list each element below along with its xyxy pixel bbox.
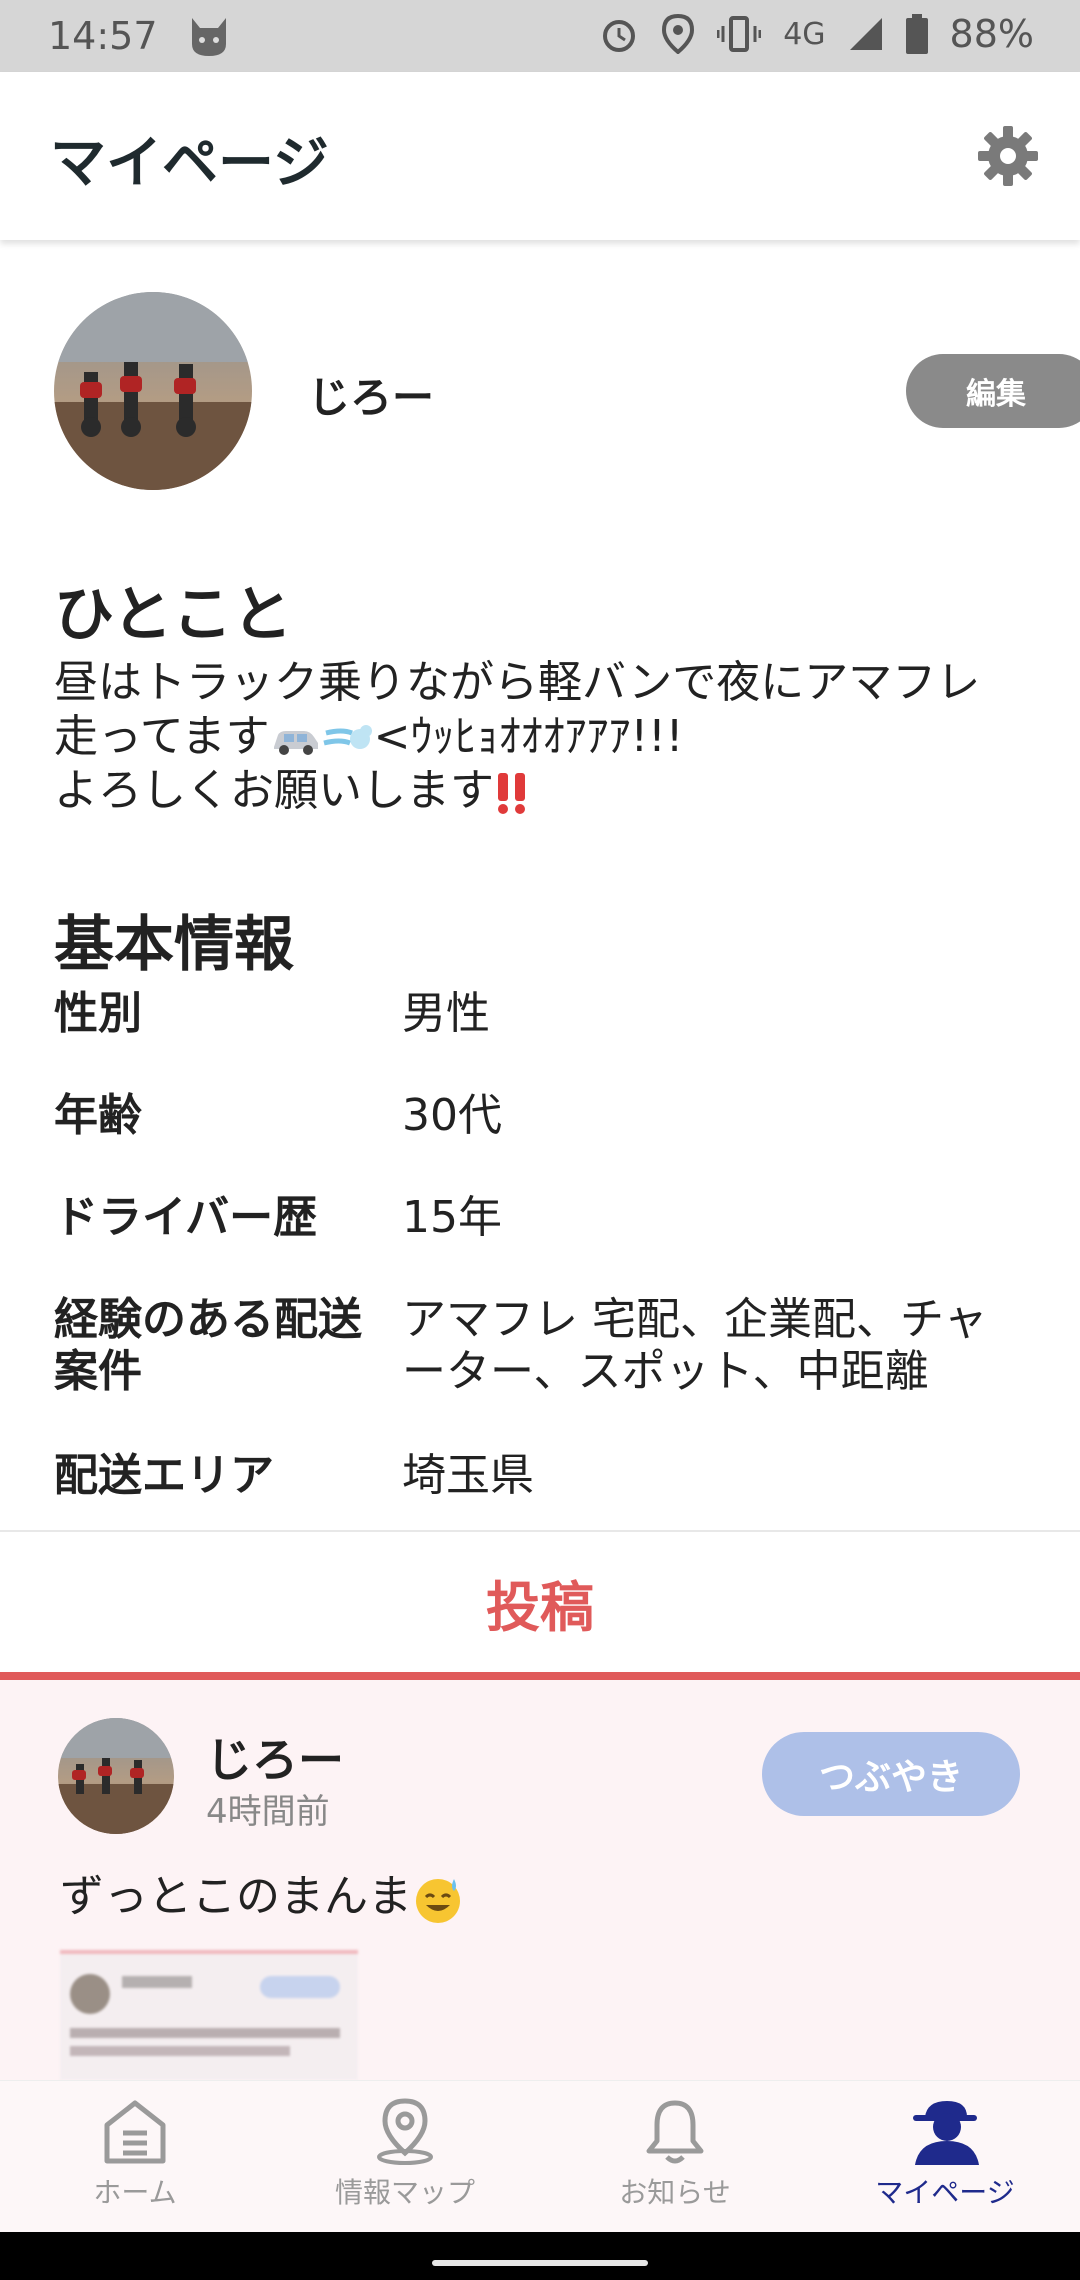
post-feed[interactable]: じろー 4時間前 つぶやき ずっとこのまんま xyxy=(0,1680,1080,2080)
post-text: ずっとこのまんま xyxy=(60,1860,464,1925)
info-value: 埼玉県 xyxy=(402,1450,534,1501)
post-author: じろー xyxy=(206,1733,344,1787)
app-bar: マイページ xyxy=(0,72,1080,240)
info-value: 15年 xyxy=(402,1192,502,1243)
info-value-line: ーター、スポット、中距離 xyxy=(402,1346,929,1397)
info-row-age: 年齢 30代 xyxy=(54,1090,1044,1142)
car-icon xyxy=(273,731,318,755)
page-title: マイページ xyxy=(50,131,329,196)
bio-line-3-text: よろしくお願いします xyxy=(54,765,494,816)
info-value: 男性 xyxy=(402,988,490,1039)
info-label-line: 経験のある配送 xyxy=(54,1294,362,1345)
alarm-icon xyxy=(603,20,636,52)
profile-name: じろー xyxy=(308,373,435,422)
home-gesture-handle[interactable] xyxy=(432,2260,648,2266)
bio-line-2: 走ってます <ｳｯﾋｮｵｵｵｱｱｱ!!! xyxy=(54,710,1044,764)
post-image[interactable] xyxy=(60,1950,358,2080)
tab-posts[interactable]: 投稿 xyxy=(0,1532,1080,1672)
info-value: 30代 xyxy=(402,1090,502,1141)
nav-home[interactable]: ホーム xyxy=(0,2081,270,2232)
nav-info-map[interactable]: 情報マップ xyxy=(270,2081,540,2232)
status-bar: 14:57 4G 88% xyxy=(0,0,1080,72)
bell-icon xyxy=(646,2100,704,2164)
nav-label: 情報マップ xyxy=(334,2176,475,2209)
post-timestamp: 4時間前 xyxy=(206,1792,330,1832)
double-exclamation-icon xyxy=(498,773,525,814)
status-time: 14:57 xyxy=(48,14,158,58)
nav-mypage[interactable]: マイページ xyxy=(810,2081,1080,2232)
post-body: ずっとこのまんま xyxy=(60,1871,412,1922)
nav-label: ホーム xyxy=(93,2176,177,2209)
info-label-line: 案件 xyxy=(54,1346,142,1397)
dash-icon xyxy=(323,725,372,749)
home-icon xyxy=(104,2100,166,2164)
gear-icon[interactable] xyxy=(976,124,1040,188)
info-value-line: アマフレ 宅配、企業配、チャ xyxy=(402,1294,988,1345)
info-row-gender: 性別 男性 xyxy=(54,988,1044,1040)
post-type-badge: つぶやき xyxy=(762,1732,1020,1816)
tab-bar: 投稿 xyxy=(0,1530,1080,1680)
bio-line-1: 昼はトラック乗りながら軽バンで夜にアマフレ xyxy=(54,657,981,708)
bio-line-2-text: 走ってます xyxy=(54,711,270,762)
info-row-experience: 経験のある配送 案件 アマフレ 宅配、企業配、チャ ーター、スポット、中距離 xyxy=(54,1294,1044,1398)
info-label: 性別 xyxy=(54,988,142,1039)
info-label: 配送エリア xyxy=(54,1450,274,1501)
map-pin-icon xyxy=(377,2098,433,2165)
hitokoto-heading: ひとこと xyxy=(54,580,293,650)
user-icon xyxy=(913,2101,979,2165)
thumb-line xyxy=(70,2028,340,2038)
network-label: 4G xyxy=(783,16,826,52)
nav-label: お知らせ xyxy=(619,2176,731,2209)
basic-info-heading: 基本情報 xyxy=(54,910,294,980)
info-value: アマフレ 宅配、企業配、チャ ーター、スポット、中距離 xyxy=(402,1294,1044,1398)
vibrate-icon xyxy=(717,16,762,52)
post-avatar-photo xyxy=(58,1718,174,1834)
system-nav-bar xyxy=(0,2232,1080,2280)
signal-icon xyxy=(849,18,882,50)
sweat-smile-icon xyxy=(416,1879,460,1923)
cat-icon xyxy=(192,18,226,56)
info-label: ドライバー歴 xyxy=(54,1192,318,1243)
thumb-avatar xyxy=(70,1974,110,2014)
thumb-badge xyxy=(260,1976,340,1998)
bio-line-2-tail: <ｳｯﾋｮｵｵｵｱｱｱ!!! xyxy=(373,711,684,762)
bottom-navigation: ホーム 情報マップ お知らせ マイページ xyxy=(0,2080,1080,2232)
thumb-line xyxy=(70,2046,290,2056)
info-label: 経験のある配送 案件 xyxy=(54,1294,402,1398)
info-label: 年齢 xyxy=(54,1090,142,1141)
location-icon xyxy=(662,14,695,54)
nav-label: マイページ xyxy=(875,2176,1015,2209)
info-row-driver-years: ドライバー歴 15年 xyxy=(54,1192,1044,1244)
bio-text: 昼はトラック乗りながら軽バンで夜にアマフレ 走ってます <ｳｯﾋｮｵｵｵｱｱｱ!… xyxy=(54,656,1044,818)
post-avatar[interactable] xyxy=(58,1718,174,1834)
info-row-area: 配送エリア 埼玉県 xyxy=(54,1450,1044,1502)
battery-level: 88% xyxy=(949,12,1034,56)
avatar xyxy=(54,292,252,490)
bio-line-3: よろしくお願いします xyxy=(54,764,1044,818)
battery-icon xyxy=(905,14,928,54)
avatar-photo xyxy=(54,292,252,490)
thumb-line xyxy=(122,1976,192,1988)
nav-notifications[interactable]: お知らせ xyxy=(540,2081,810,2232)
tab-indicator xyxy=(0,1672,1080,1680)
edit-profile-button[interactable]: 編集 xyxy=(906,354,1080,428)
